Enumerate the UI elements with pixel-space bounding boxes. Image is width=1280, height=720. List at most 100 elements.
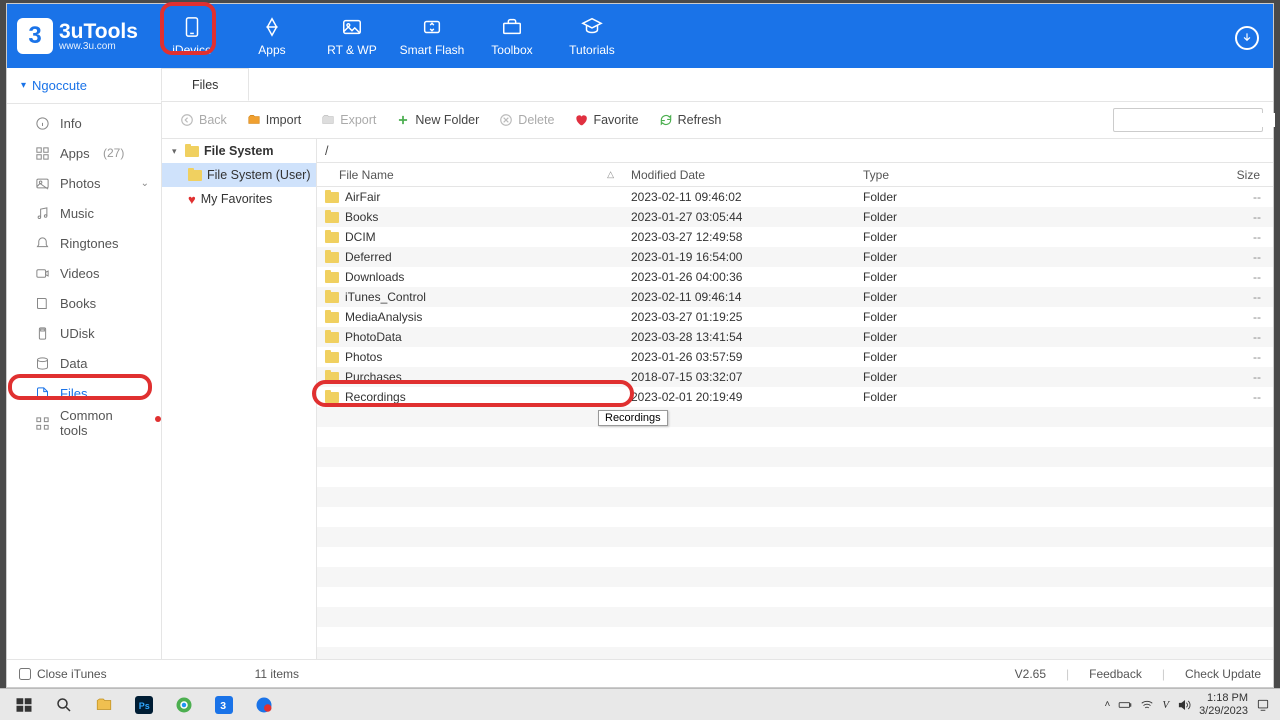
folder-icon bbox=[95, 696, 113, 714]
toolbar: Back Import Export New Folder Delete Fav… bbox=[162, 102, 1273, 138]
sidebar-item-apps[interactable]: Apps (27) bbox=[7, 138, 161, 168]
folder-icon bbox=[325, 252, 339, 263]
file-name: MediaAnalysis bbox=[345, 310, 422, 324]
import-icon bbox=[247, 113, 261, 127]
files-icon bbox=[35, 386, 50, 401]
nav-apps[interactable]: Apps bbox=[232, 4, 312, 68]
version-label: V2.65 bbox=[1015, 667, 1046, 681]
taskbar-app[interactable] bbox=[244, 691, 284, 719]
sidebar-device[interactable]: Ngoccute bbox=[7, 68, 161, 104]
tree-user[interactable]: File System (User) bbox=[162, 163, 316, 187]
new-folder-button[interactable]: New Folder bbox=[388, 110, 487, 130]
table-row[interactable]: Purchases2018-07-15 03:32:07Folder-- bbox=[317, 367, 1273, 387]
ringtones-icon bbox=[35, 236, 50, 251]
nav-rtwp[interactable]: RT & WP bbox=[312, 4, 392, 68]
nav-toolbox[interactable]: Toolbox bbox=[472, 4, 552, 68]
clock[interactable]: 1:18 PM 3/29/2023 bbox=[1199, 692, 1248, 716]
table-row[interactable]: PhotoData2023-03-28 13:41:54Folder-- bbox=[317, 327, 1273, 347]
search-box[interactable] bbox=[1113, 108, 1263, 132]
refresh-button[interactable]: Refresh bbox=[651, 110, 730, 130]
export-button[interactable]: Export bbox=[313, 110, 384, 130]
wifi-icon bbox=[1140, 698, 1154, 712]
table-row[interactable]: Downloads2023-01-26 04:00:36Folder-- bbox=[317, 267, 1273, 287]
tree-favorites[interactable]: ♥My Favorites bbox=[162, 187, 316, 211]
check-update-link[interactable]: Check Update bbox=[1185, 667, 1261, 681]
start-button[interactable] bbox=[4, 691, 44, 719]
folder-icon bbox=[325, 272, 339, 283]
sidebar-item-files[interactable]: Files bbox=[7, 378, 161, 408]
data-icon bbox=[35, 356, 50, 371]
table-row[interactable]: Deferred2023-01-19 16:54:00Folder-- bbox=[317, 247, 1273, 267]
table-row[interactable]: iTunes_Control2023-02-11 09:46:14Folder-… bbox=[317, 287, 1273, 307]
file-date: 2023-01-27 03:05:44 bbox=[623, 210, 855, 224]
sidebar-item-music[interactable]: Music bbox=[7, 198, 161, 228]
file-date: 2018-07-15 03:32:07 bbox=[623, 370, 855, 384]
feedback-link[interactable]: Feedback bbox=[1089, 667, 1142, 681]
delete-button[interactable]: Delete bbox=[491, 110, 562, 130]
folder-tree: ▾File System File System (User) ♥My Favo… bbox=[162, 139, 317, 659]
tab-files[interactable]: Files bbox=[161, 68, 249, 101]
nav-flash[interactable]: Smart Flash bbox=[392, 4, 472, 68]
file-name: Books bbox=[345, 210, 378, 224]
taskbar-explorer[interactable] bbox=[84, 691, 124, 719]
th-type[interactable]: Type bbox=[855, 168, 1121, 182]
volume-icon bbox=[1177, 698, 1191, 712]
taskbar-ps[interactable]: Ps bbox=[124, 691, 164, 719]
sidebar-item-photos[interactable]: Photos⌄ bbox=[7, 168, 161, 198]
import-button[interactable]: Import bbox=[239, 110, 309, 130]
notification-dot bbox=[155, 416, 161, 422]
search-input[interactable] bbox=[1120, 113, 1275, 127]
nav-idevice[interactable]: iDevice bbox=[152, 4, 232, 68]
file-name: Recordings bbox=[345, 390, 406, 404]
sidebar-item-label: Videos bbox=[60, 266, 100, 281]
sidebar-item-label: Files bbox=[60, 386, 87, 401]
close-itunes-checkbox[interactable]: Close iTunes bbox=[19, 667, 107, 681]
folder-icon bbox=[325, 212, 339, 223]
th-name[interactable]: File Name△ bbox=[317, 168, 623, 182]
file-name: Downloads bbox=[345, 270, 404, 284]
file-type: Folder bbox=[855, 330, 1121, 344]
table-row[interactable]: Books2023-01-27 03:05:44Folder-- bbox=[317, 207, 1273, 227]
top-nav: 3 3uTools www.3u.com iDevice Apps RT & W… bbox=[7, 4, 1273, 68]
update-button[interactable] bbox=[1235, 26, 1259, 50]
apps-icon bbox=[261, 16, 283, 38]
folder-icon bbox=[325, 352, 339, 363]
tree-root[interactable]: ▾File System bbox=[162, 139, 316, 163]
file-size: -- bbox=[1121, 270, 1273, 284]
th-size[interactable]: Size bbox=[1121, 168, 1273, 182]
sidebar-item-info[interactable]: Info bbox=[7, 108, 161, 138]
sidebar-item-videos[interactable]: Videos bbox=[7, 258, 161, 288]
th-date[interactable]: Modified Date bbox=[623, 168, 855, 182]
sidebar-item-books[interactable]: Books bbox=[7, 288, 161, 318]
sidebar-item-ringtones[interactable]: Ringtones bbox=[7, 228, 161, 258]
sidebar-item-data[interactable]: Data bbox=[7, 348, 161, 378]
books-icon bbox=[35, 296, 50, 311]
table-row[interactable]: DCIM2023-03-27 12:49:58Folder-- bbox=[317, 227, 1273, 247]
table-row[interactable]: Photos2023-01-26 03:57:59Folder-- bbox=[317, 347, 1273, 367]
table-row[interactable]: AirFair2023-02-11 09:46:02Folder-- bbox=[317, 187, 1273, 207]
favorite-button[interactable]: Favorite bbox=[566, 110, 646, 130]
folder-icon bbox=[325, 332, 339, 343]
status-bar: Close iTunes 11 items V2.65| Feedback| C… bbox=[7, 659, 1273, 687]
taskbar-3utools[interactable]: 3 bbox=[204, 691, 244, 719]
tray-chevron-icon[interactable]: ˄ bbox=[1104, 699, 1110, 710]
notification-icon[interactable] bbox=[1256, 698, 1270, 712]
file-date: 2023-01-26 03:57:59 bbox=[623, 350, 855, 364]
sidebar-item-udisk[interactable]: UDisk bbox=[7, 318, 161, 348]
taskbar-search[interactable] bbox=[44, 691, 84, 719]
taskbar-chrome[interactable] bbox=[164, 691, 204, 719]
file-type: Folder bbox=[855, 210, 1121, 224]
file-name: AirFair bbox=[345, 190, 380, 204]
table-row[interactable]: Recordings2023-02-01 20:19:49Folder-- bbox=[317, 387, 1273, 407]
back-icon bbox=[180, 113, 194, 127]
chevron-down-icon: ⌄ bbox=[141, 178, 149, 189]
nav-tutorials[interactable]: Tutorials bbox=[552, 4, 632, 68]
table-row[interactable]: MediaAnalysis2023-03-27 01:19:25Folder-- bbox=[317, 307, 1273, 327]
sidebar-item-common[interactable]: Common tools bbox=[7, 408, 161, 438]
sidebar-item-label: Books bbox=[60, 296, 96, 311]
folder-icon bbox=[325, 312, 339, 323]
flash-icon bbox=[421, 16, 443, 38]
sidebar-item-label: Ringtones bbox=[60, 236, 119, 251]
back-button[interactable]: Back bbox=[172, 110, 235, 130]
sidebar-item-label: Music bbox=[60, 206, 94, 221]
